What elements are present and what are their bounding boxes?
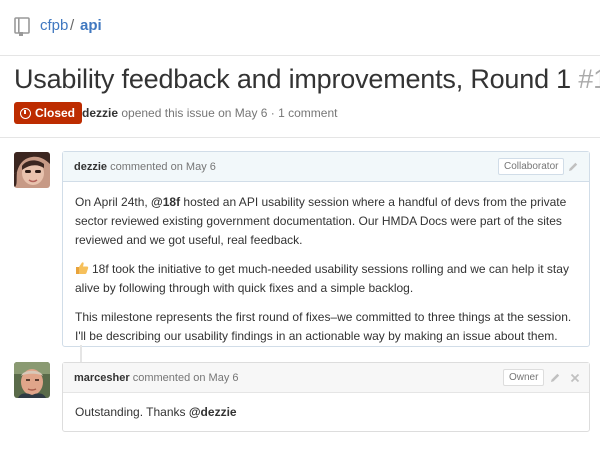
comment-paragraph: 18f took the initiative to get much-need… bbox=[75, 260, 577, 298]
timeline-connector bbox=[80, 345, 82, 363]
close-icon[interactable] bbox=[568, 371, 581, 384]
issue-title: Usability feedback and improvements, Rou… bbox=[14, 64, 600, 95]
comment-author-link[interactable]: dezzie bbox=[74, 161, 107, 173]
repo-path-separator: / bbox=[70, 17, 75, 34]
avatar-dezzie[interactable] bbox=[14, 152, 50, 188]
comment-body: On April 24th, @18f hosted an API usabil… bbox=[63, 182, 589, 356]
paragraph-text: 18f took the initiative to get much-need… bbox=[75, 262, 569, 295]
collaborator-badge: Collaborator bbox=[498, 158, 565, 175]
mention-18f-link[interactable]: @18f bbox=[151, 195, 180, 209]
mention-dezzie-link[interactable]: @dezzie bbox=[189, 405, 237, 419]
header-divider bbox=[0, 137, 600, 138]
issue-title-text: Usability feedback and improvements, Rou… bbox=[14, 64, 572, 94]
comment-body: Outstanding. Thanks @dezzie bbox=[63, 393, 589, 432]
owner-badge: Owner bbox=[503, 369, 545, 386]
repo-icon bbox=[14, 17, 30, 37]
issue-closed-icon bbox=[20, 107, 31, 119]
paragraph-text: Outstanding. Thanks bbox=[75, 405, 189, 419]
pencil-icon[interactable] bbox=[548, 371, 561, 384]
avatar-marcesher[interactable] bbox=[14, 362, 50, 398]
issue-author-link[interactable]: dezzie bbox=[82, 106, 118, 120]
comment-author-link[interactable]: marcesher bbox=[74, 372, 130, 384]
repo-name-link[interactable]: api bbox=[80, 17, 102, 34]
comment-action: commented bbox=[132, 372, 191, 384]
issue-meta: dezzie opened this issue on May 6 · 1 co… bbox=[82, 106, 337, 120]
issue-number: #10 bbox=[578, 64, 600, 94]
comment-marcesher: marcesher commented on May 6 Owner Outst… bbox=[62, 362, 590, 432]
comment-header: dezzie commented on May 6 Collaborator bbox=[63, 152, 589, 182]
thumbsup-icon bbox=[75, 261, 89, 275]
issue-meta-text: opened this issue on May 6 · 1 comment bbox=[121, 106, 338, 120]
comment-paragraph: This milestone represents the first roun… bbox=[75, 308, 577, 346]
comment-action: commented bbox=[110, 161, 168, 173]
paragraph-text: This milestone represents the first roun… bbox=[75, 310, 572, 343]
comment-dezzie: dezzie commented on May 6 Collaborator O… bbox=[62, 151, 590, 347]
paragraph-text: On April 24th, bbox=[75, 195, 152, 209]
comment-timestamp-link[interactable]: on May 6 bbox=[171, 161, 216, 173]
repo-owner-link[interactable]: cfpb bbox=[40, 17, 68, 34]
repo-header: cfpb / api bbox=[0, 0, 600, 56]
pencil-icon[interactable] bbox=[566, 160, 579, 173]
issue-state-label: Closed bbox=[35, 106, 76, 120]
issue-state-badge: Closed bbox=[14, 102, 83, 124]
comment-header: marcesher commented on May 6 Owner bbox=[63, 363, 589, 393]
comment-timestamp-link[interactable]: on May 6 bbox=[193, 372, 238, 384]
comment-paragraph: Outstanding. Thanks @dezzie bbox=[75, 403, 577, 422]
comment-paragraph: On April 24th, @18f hosted an API usabil… bbox=[75, 193, 577, 250]
